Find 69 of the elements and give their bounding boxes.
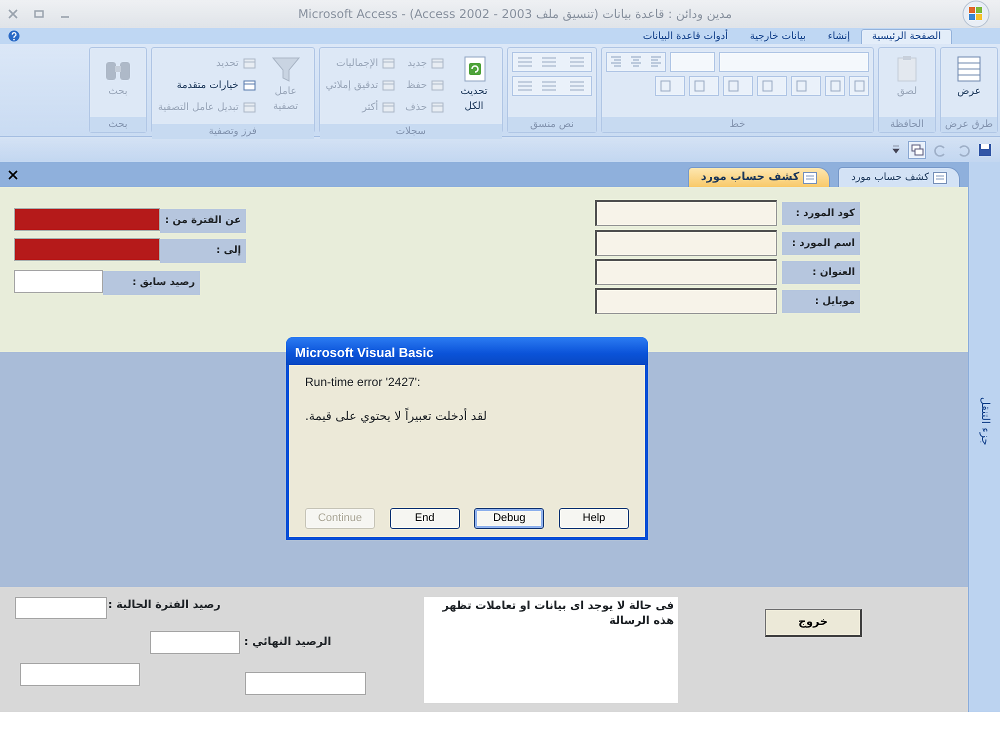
group-label: سجلات [320,124,502,139]
toolbar-icon [242,78,256,92]
input-field[interactable] [595,200,777,226]
error-message: .لقد أدخلت تعبيراً لا يحتوي على قيمة [305,407,487,425]
field-label: رصيد الفترة الحالية : [108,597,221,613]
save-icon[interactable] [978,142,992,156]
field-label: عن الفترة من : [160,209,246,233]
group-label: بحث [90,117,146,132]
toolbar-icon [382,78,396,92]
font-name-field[interactable] [719,52,869,72]
indent-icon[interactable] [512,52,592,72]
input-field[interactable] [14,238,160,261]
message-text: فى حالة لا يوجد اى بيانات او تعاملات تظهر هذه الرسالة [424,597,678,703]
input-field[interactable] [20,663,140,686]
group-label: نص منسق [508,117,596,132]
dropdown-icon[interactable] [892,144,900,154]
office-logo-icon[interactable] [960,0,992,28]
ribbon-button[interactable]: تحديث الكل [450,52,498,116]
input-field[interactable] [15,597,107,619]
input-field[interactable] [595,288,777,314]
toolbar-icon [382,56,396,70]
toolbar-icon [431,56,444,70]
windows-icon[interactable] [908,140,926,158]
dialog-button[interactable]: Help [558,508,629,529]
form-icon [933,172,947,184]
dialog-title: Microsoft Visual Basic [286,337,648,365]
field-label: العنوان : [782,261,860,284]
ribbon-tab[interactable]: الصفحة الرئيسية [861,29,952,44]
restore-icon[interactable] [34,9,44,19]
field-label: كود المورد : [782,202,860,225]
field-label: رصيد سابق : [103,271,200,295]
ribbon-tab[interactable]: إنشاء [816,29,861,44]
align-right-icon[interactable] [606,52,666,72]
input-field[interactable] [14,270,103,293]
ribbon-tab[interactable]: بيانات خارجية [738,29,817,44]
field-label: موبايل : [782,290,860,313]
font-size-field[interactable] [670,52,715,72]
input-field[interactable] [150,631,240,654]
close-icon[interactable] [8,170,18,180]
help-icon[interactable] [8,30,20,42]
group-label: فرز وتصفية [152,124,314,139]
document-tab[interactable]: كشف حساب مورد [688,167,830,187]
group-label: الحافظة [879,117,935,132]
ribbon-button[interactable]: خيارات متقدمة [156,74,258,96]
dialog-button[interactable]: Debug [474,508,544,529]
field-label: اسم المورد : [782,232,860,255]
toolbar-icon [242,56,256,70]
toolbar-icon [242,100,256,114]
toolbar-icon [431,78,444,92]
navigation-pane-label[interactable]: جزء التنقل [976,397,993,446]
error-text: Run-time error '2427': [305,374,422,391]
group-label: خط [602,117,873,132]
ribbon-tab[interactable]: أدوات قاعدة البيانات [632,29,739,44]
field-label: إلى : [160,239,246,263]
input-field[interactable] [595,230,777,256]
form-icon [803,172,818,184]
input-field[interactable] [245,672,366,695]
exit-button[interactable]: خروج [765,609,862,637]
input-field[interactable] [14,208,160,231]
list-icon[interactable] [512,76,592,96]
window-title: مدين ودائن : قاعدة بيانات (تنسيق ملف Access 2002 - 2003) - Microsoft Access [298,6,732,21]
field-label: الرصيد النهائي : [244,634,332,650]
toolbar-icon [382,100,396,114]
ribbon-button[interactable]: عرض [945,52,993,101]
dialog-button[interactable]: End [390,508,460,529]
document-tab[interactable]: كشف حساب مورد [838,167,960,187]
input-field[interactable] [595,259,777,285]
toolbar-icon [431,100,444,114]
group-label: طرق عرض [941,117,997,132]
